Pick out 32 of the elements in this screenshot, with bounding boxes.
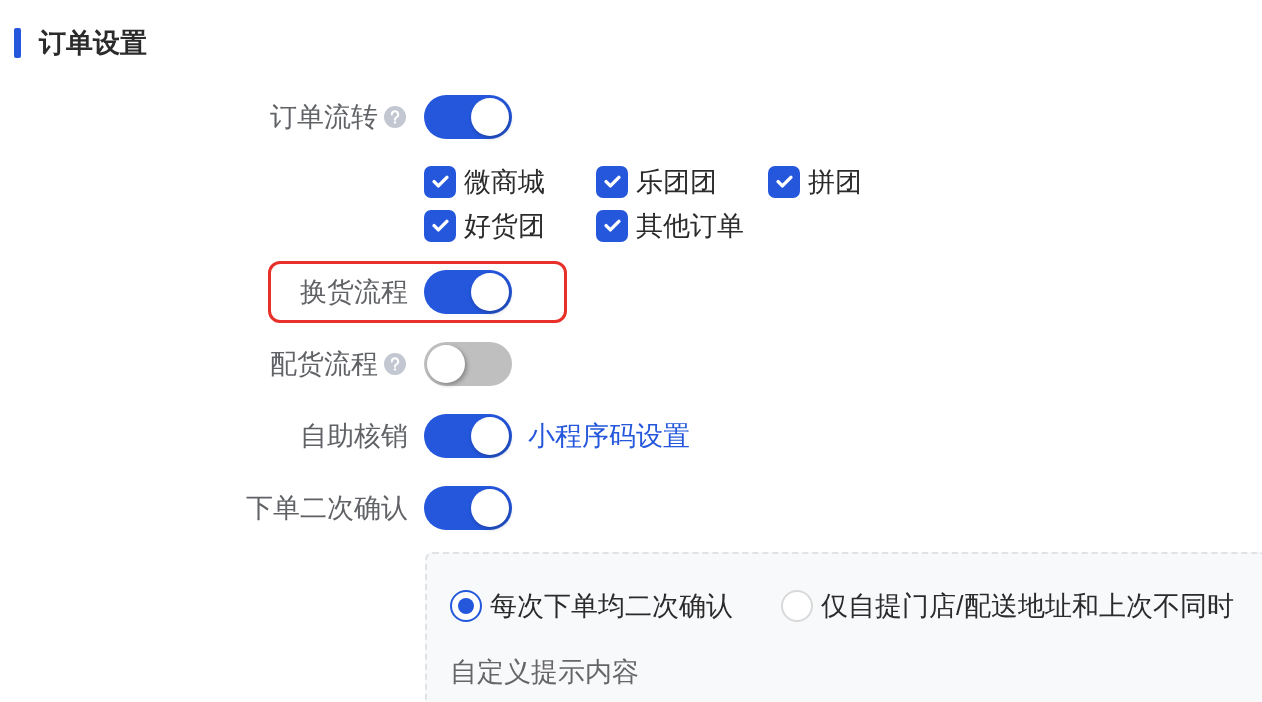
checkbox-label: 微商城 xyxy=(464,166,545,199)
section-title: 订单设置 xyxy=(39,28,147,58)
setting-label: 订单流转 xyxy=(270,101,378,134)
radio-label: 仅自提门店/配送地址和上次不同时 xyxy=(821,590,1234,623)
setting-label: 配货流程 xyxy=(270,348,378,381)
setting-label: 换货流程 xyxy=(300,276,408,309)
checkbox[interactable] xyxy=(424,210,456,242)
check-icon xyxy=(775,175,793,189)
accent-bar xyxy=(14,28,21,58)
field-label: 自定义提示内容 xyxy=(450,656,640,689)
checkbox-label: 乐团团 xyxy=(636,166,717,199)
checkbox-label: 好货团 xyxy=(464,210,545,243)
setting-label: 自助核销 xyxy=(300,420,408,453)
radio-label: 每次下单均二次确认 xyxy=(490,590,733,623)
toggle-switch[interactable] xyxy=(424,486,512,530)
check-icon xyxy=(431,175,449,189)
toggle-switch[interactable] xyxy=(424,270,512,314)
toggle-switch[interactable] xyxy=(424,95,512,139)
toggle-switch[interactable] xyxy=(424,342,512,386)
check-icon xyxy=(431,219,449,233)
settings-link[interactable]: 小程序码设置 xyxy=(528,418,690,454)
checkbox-label: 拼团 xyxy=(808,166,862,199)
toggle-switch[interactable] xyxy=(424,414,512,458)
check-icon xyxy=(603,219,621,233)
checkbox[interactable] xyxy=(596,210,628,242)
setting-label: 下单二次确认 xyxy=(246,492,408,525)
checkbox[interactable] xyxy=(596,166,628,198)
radio-button[interactable] xyxy=(450,590,482,622)
checkbox[interactable] xyxy=(424,166,456,198)
checkbox[interactable] xyxy=(768,166,800,198)
checkbox-label: 其他订单 xyxy=(636,210,744,243)
check-icon xyxy=(603,175,621,189)
